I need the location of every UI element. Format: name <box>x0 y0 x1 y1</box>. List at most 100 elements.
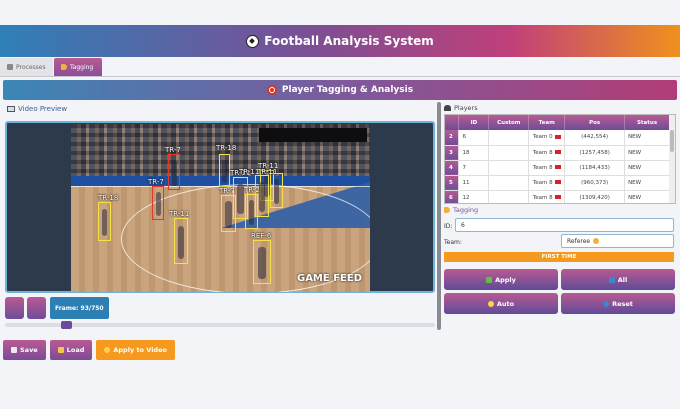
flag-icon <box>554 165 561 169</box>
table-row[interactable]: 3 18 Team 8 (1257,458) NEW <box>445 145 670 161</box>
cell-id: 6 <box>458 130 490 146</box>
cell-team: Team 8 <box>528 175 566 191</box>
table-row[interactable]: 5 11 Team 8 (960,373) NEW <box>445 175 670 191</box>
referee-icon <box>593 238 600 244</box>
cell-custom[interactable] <box>488 160 530 176</box>
apply-to-video-button[interactable]: Apply to Video <box>96 340 175 360</box>
table-scrollbar[interactable] <box>669 115 675 203</box>
cell-pos: (442,554) <box>564 130 626 146</box>
app-title: Football Analysis System <box>264 34 434 48</box>
apply-button[interactable]: Apply <box>444 269 558 290</box>
detection-label: TR-11 <box>169 210 190 218</box>
flag-icon <box>554 134 561 139</box>
frame-slider[interactable] <box>5 321 435 329</box>
detection-box[interactable] <box>270 173 283 208</box>
flag-icon <box>554 150 561 154</box>
table-row[interactable]: 6 12 Team 8 (1309,420) NEW <box>445 190 670 203</box>
cell-status: NEW <box>624 145 670 161</box>
tag-icon <box>61 64 67 70</box>
all-icon <box>608 276 615 283</box>
id-input[interactable]: 6 <box>455 218 674 232</box>
frame-counter: Frame: 93/750 <box>50 297 109 319</box>
flag-icon <box>554 180 561 184</box>
detection-box[interactable] <box>98 202 111 241</box>
row-index: 3 <box>445 145 460 161</box>
column-header-id[interactable]: ID <box>458 115 490 130</box>
cell-team: Team 8 <box>528 160 566 176</box>
tagging-title: Tagging <box>453 206 479 214</box>
auto-label: Auto <box>496 299 515 308</box>
id-label: ID: <box>444 223 453 230</box>
team-name: Team 8 <box>532 149 553 156</box>
next-frame-button[interactable] <box>27 297 46 319</box>
soccer-ball-icon <box>246 34 260 48</box>
frame-slider-thumb[interactable] <box>61 321 72 329</box>
folder-icon <box>57 347 64 353</box>
players-icon <box>444 105 451 111</box>
cell-custom[interactable] <box>488 145 530 161</box>
all-button[interactable]: All <box>561 269 675 290</box>
team-label: Team: <box>444 239 462 246</box>
cell-pos: (960,373) <box>564 175 626 191</box>
cell-pos: (1309,420) <box>564 190 626 203</box>
tab-divider <box>0 76 680 77</box>
tab-tagging[interactable]: Tagging <box>54 58 102 76</box>
tab-processes-label: Processes <box>16 63 46 71</box>
detection-box[interactable] <box>152 186 164 220</box>
column-header-team[interactable]: Team <box>528 115 566 130</box>
detection-box[interactable] <box>168 154 180 190</box>
column-header-pos[interactable]: Pos <box>564 115 626 130</box>
cell-custom[interactable] <box>488 130 530 146</box>
video-canvas[interactable]: TR-7 TR-18 TR-11 TR-7 TR-18 TR-11 TR-7 T… <box>71 124 370 292</box>
row-index: 5 <box>445 175 460 191</box>
players-header: Players <box>444 102 676 114</box>
cell-id: 11 <box>458 175 490 191</box>
detection-label: TR-7 <box>148 178 164 186</box>
video-frame: TR-7 TR-18 TR-11 TR-7 TR-18 TR-11 TR-7 T… <box>5 121 435 293</box>
save-button[interactable]: Save <box>3 340 46 360</box>
reset-label: Reset <box>612 299 633 308</box>
cell-team: Team 8 <box>528 190 566 203</box>
tab-processes[interactable]: Processes <box>0 58 53 76</box>
app-header: Football Analysis System <box>0 25 680 57</box>
detection-box[interactable] <box>219 154 230 187</box>
cell-status: NEW <box>624 130 670 146</box>
detection-label: TR-7 <box>165 146 181 154</box>
reset-icon <box>603 300 610 307</box>
detection-box[interactable] <box>253 240 271 284</box>
cell-status: NEW <box>624 160 670 176</box>
column-header-status[interactable]: Status <box>624 115 670 130</box>
cell-custom[interactable] <box>488 175 530 191</box>
cell-id: 12 <box>458 190 490 203</box>
team-select[interactable]: Referee <box>561 234 674 248</box>
panel-splitter[interactable] <box>437 102 441 330</box>
load-button[interactable]: Load <box>49 340 93 360</box>
tagging-header: Tagging <box>444 206 478 214</box>
players-table: ID Custom Team Pos Status 2 6 Team 0 (44… <box>444 114 676 204</box>
column-header-custom[interactable]: Custom <box>488 115 530 130</box>
check-icon <box>486 276 493 283</box>
save-label: Save <box>20 346 38 354</box>
cell-id: 7 <box>458 160 490 176</box>
monitor-icon <box>7 106 15 112</box>
detection-box[interactable] <box>245 194 258 229</box>
first-time-banner: FIRST TIME <box>444 252 674 262</box>
game-feed-watermark: GAME FEED <box>296 273 362 284</box>
players-title: Players <box>454 104 478 112</box>
detection-label: TR-18 <box>216 144 237 152</box>
detection-box[interactable] <box>174 218 188 264</box>
auto-button[interactable]: Auto <box>444 293 558 314</box>
column-header-index <box>445 115 460 130</box>
all-label: All <box>617 275 628 284</box>
reset-button[interactable]: Reset <box>561 293 675 314</box>
table-row[interactable]: 4 7 Team 8 (1184,433) NEW <box>445 160 670 176</box>
lightbulb-icon <box>487 300 494 307</box>
cell-custom[interactable] <box>488 190 530 203</box>
cell-status: NEW <box>624 190 670 203</box>
detection-label: REF-6 <box>251 232 272 240</box>
right-panel: Players ID Custom Team Pos Status 2 6 Te… <box>444 102 676 314</box>
tab-tagging-label: Tagging <box>70 63 94 71</box>
prev-frame-button[interactable] <box>5 297 24 319</box>
lightbulb-icon <box>104 347 111 353</box>
table-row[interactable]: 2 6 Team 0 (442,554) NEW <box>445 130 670 146</box>
